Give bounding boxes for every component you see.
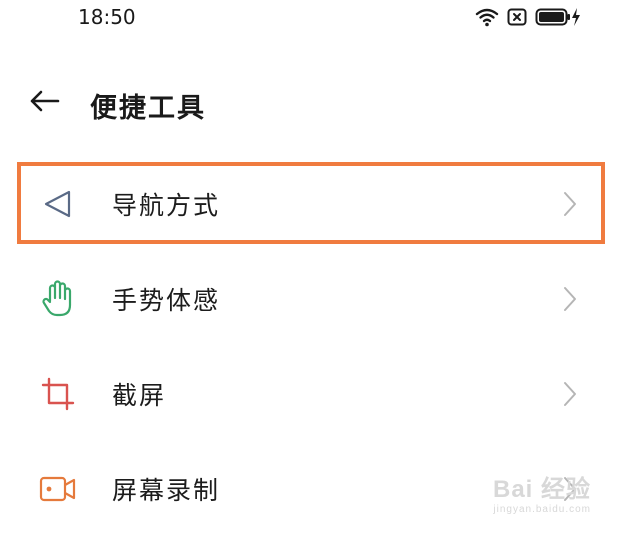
hand-gesture-icon bbox=[38, 279, 78, 319]
header: 便捷工具 bbox=[0, 78, 621, 128]
watermark: Bai 经验 jingyan.baidu.com bbox=[493, 469, 591, 515]
wifi-icon bbox=[475, 7, 499, 31]
chevron-right-icon bbox=[564, 192, 576, 216]
watermark-main: Bai 经验 bbox=[492, 476, 591, 503]
watermark-sub: jingyan.baidu.com bbox=[493, 504, 591, 515]
chevron-right-icon bbox=[564, 382, 576, 406]
list-item-navigation-mode[interactable]: 导航方式 bbox=[20, 164, 608, 244]
chevron-right-icon bbox=[564, 287, 576, 311]
status-icons bbox=[475, 8, 581, 30]
status-bar: 18:50 bbox=[0, 0, 621, 38]
status-time: 18:50 bbox=[78, 5, 136, 29]
settings-screen: 18:50 便捷工具 导航方式 手势体感 截屏 屏幕录制 Bai 经验 jing… bbox=[0, 0, 621, 533]
crop-screenshot-icon bbox=[38, 374, 78, 414]
page-title: 便捷工具 bbox=[90, 93, 206, 124]
navigation-triangle-icon bbox=[38, 184, 78, 224]
list-item-label: 屏幕录制 bbox=[112, 476, 221, 505]
list-item-label: 导航方式 bbox=[112, 191, 221, 220]
list-item-label: 截屏 bbox=[112, 381, 167, 410]
sim-disabled-icon bbox=[507, 8, 527, 30]
arrow-left-icon bbox=[28, 89, 60, 117]
screen-record-icon bbox=[38, 469, 78, 509]
back-button[interactable] bbox=[26, 86, 62, 120]
battery-charging-icon bbox=[535, 7, 581, 31]
list-item-gesture-motion[interactable]: 手势体感 bbox=[20, 259, 608, 339]
list-item-screenshot[interactable]: 截屏 bbox=[20, 354, 608, 434]
list-item-label: 手势体感 bbox=[112, 286, 221, 315]
